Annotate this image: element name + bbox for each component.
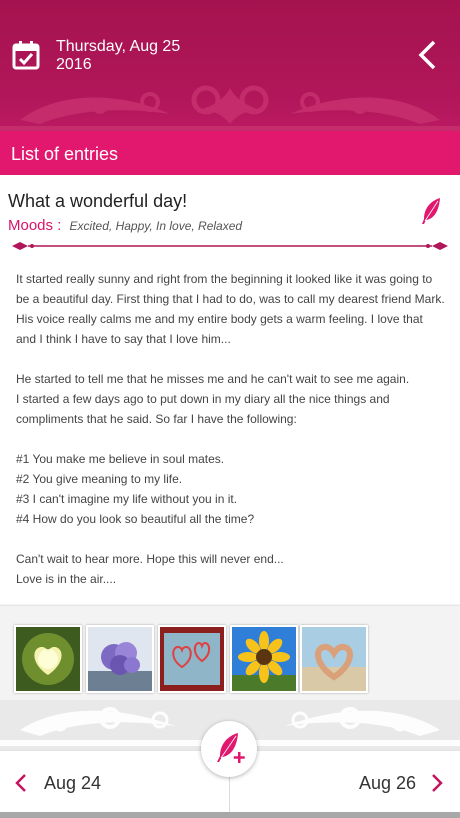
moods-row: Moods : Excited, Happy, In love, Relaxed [8,217,242,234]
entry-list-item: #4 How do you look so beautiful all the … [16,512,255,526]
header-date: Thursday, Aug 25 [56,38,181,55]
hearts-on-window-photo[interactable] [158,625,226,693]
entry-card: What a wonderful day! Moods : Excited, H… [0,175,460,604]
next-day-button[interactable]: Aug 26 [230,751,460,813]
entry-title: What a wonderful day! [8,191,188,211]
bottom-bar [0,812,460,818]
entry-paragraph: Can't wait to hear more. Hope this will … [16,552,284,566]
moods-list: Excited, Happy, In love, Relaxed [69,219,243,233]
entry-list-item: #1 You make me believe in soul mates. [16,452,225,466]
glowing-heart-photo[interactable] [14,625,82,693]
chevron-left-icon [15,774,26,792]
feather-icon[interactable] [420,197,442,225]
header-year: 2016 [56,56,92,73]
entry-paragraph: It started really sunny and right from t… [16,272,445,346]
entry-list-item: #2 You give meaning to my life. [16,472,183,486]
calendar-check-icon[interactable] [12,40,40,70]
photo-strip [0,605,460,701]
entry-body: It started really sunny and right from t… [16,269,446,589]
next-day-label: Aug 26 [358,773,416,793]
entry-paragraph: I started a few days ago to put down in … [16,392,390,426]
entry-paragraph: He started to tell me that he misses me … [16,372,410,386]
entry-divider [12,242,448,250]
section-title: List of entries [11,144,119,164]
feather-plus-icon [217,733,245,763]
entry-list-item: #3 I can't imagine my life without you i… [16,492,238,506]
header: Thursday, Aug 25 2016 [0,0,460,131]
chevron-left-icon[interactable] [414,38,440,72]
heart-hands-photo[interactable] [300,625,368,693]
moods-separator: : [57,217,62,234]
previous-day-button[interactable]: Aug 24 [0,751,229,813]
ornament-top [0,85,460,131]
moods-label: Moods [8,217,54,234]
previous-day-label: Aug 24 [44,773,102,793]
lilac-flowers-photo[interactable] [86,625,154,693]
sunflower-photo[interactable] [230,625,298,693]
add-entry-button[interactable] [201,721,257,777]
chevron-right-icon [432,774,443,792]
section-bar: List of entries [0,131,460,175]
entry-paragraph: Love is in the air.... [16,572,117,586]
